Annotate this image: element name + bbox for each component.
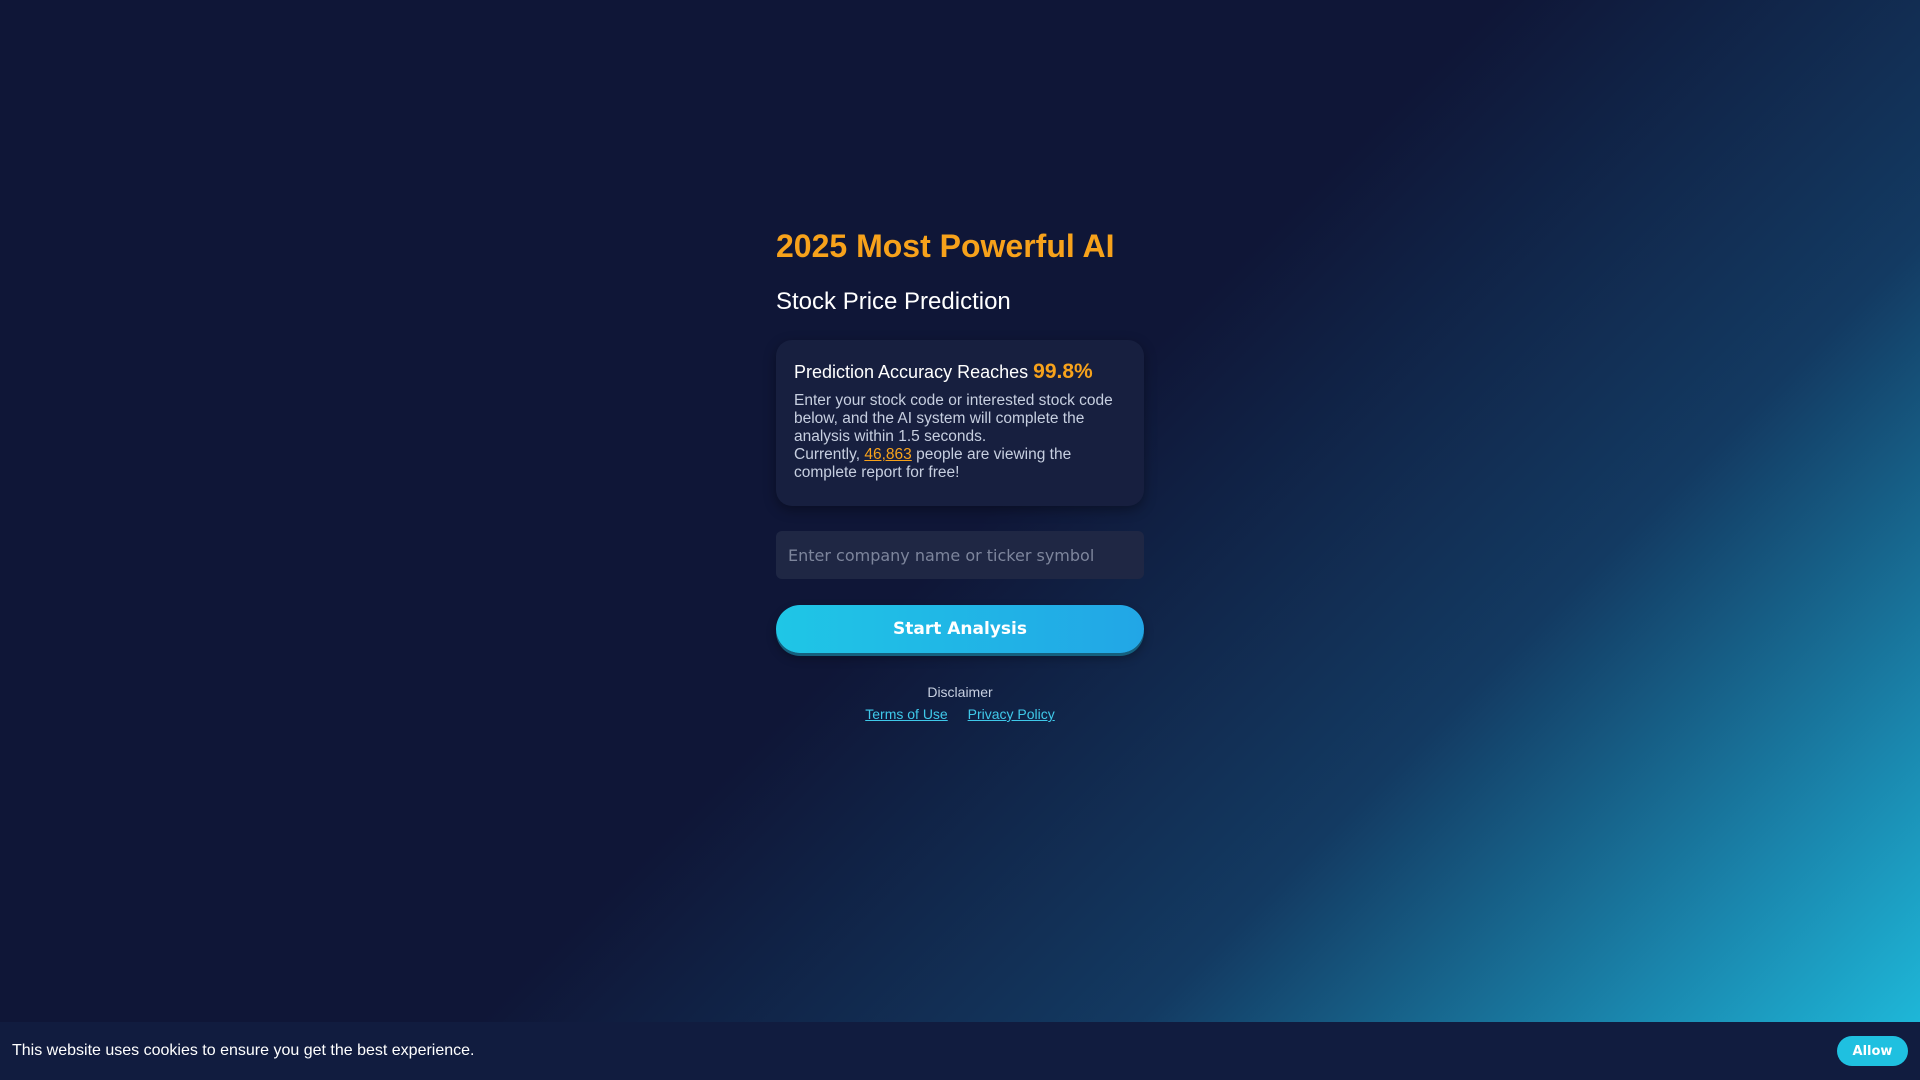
info-card: Prediction Accuracy Reaches 99.8% Enter … [776, 340, 1144, 506]
cookie-banner: This website uses cookies to ensure you … [0, 1022, 1920, 1080]
page: { "hero": { "title": "2025 Most Powerful… [0, 0, 1920, 1080]
legal-links: Terms of Use Privacy Policy [776, 705, 1144, 723]
start-analysis-button[interactable]: Start Analysis [776, 605, 1144, 653]
allow-cookies-button[interactable]: Allow [1837, 1036, 1908, 1066]
cookie-message: This website uses cookies to ensure you … [12, 1042, 475, 1059]
viewers-prefix: Currently, [794, 446, 861, 463]
accuracy-value: 99.8% [1033, 360, 1093, 383]
main-panel: 2025 Most Powerful AI Stock Price Predic… [776, 226, 1144, 723]
card-description: Enter your stock code or interested stoc… [794, 392, 1126, 482]
page-subtitle: Stock Price Prediction [776, 288, 1011, 315]
description-text: Enter your stock code or interested stoc… [794, 392, 1113, 445]
footer-links: Disclaimer Terms of Use Privacy Policy [776, 683, 1144, 723]
search-input[interactable] [776, 531, 1144, 579]
disclaimer-text: Disclaimer [927, 684, 993, 700]
page-title: 2025 Most Powerful AI [776, 228, 1115, 264]
accuracy-line: Prediction Accuracy Reaches 99.8% [794, 360, 1126, 384]
accuracy-label: Prediction Accuracy Reaches [794, 362, 1029, 382]
terms-of-use-link[interactable]: Terms of Use [865, 706, 947, 722]
viewers-count: 46,863 [864, 446, 912, 463]
privacy-policy-link[interactable]: Privacy Policy [968, 706, 1055, 722]
